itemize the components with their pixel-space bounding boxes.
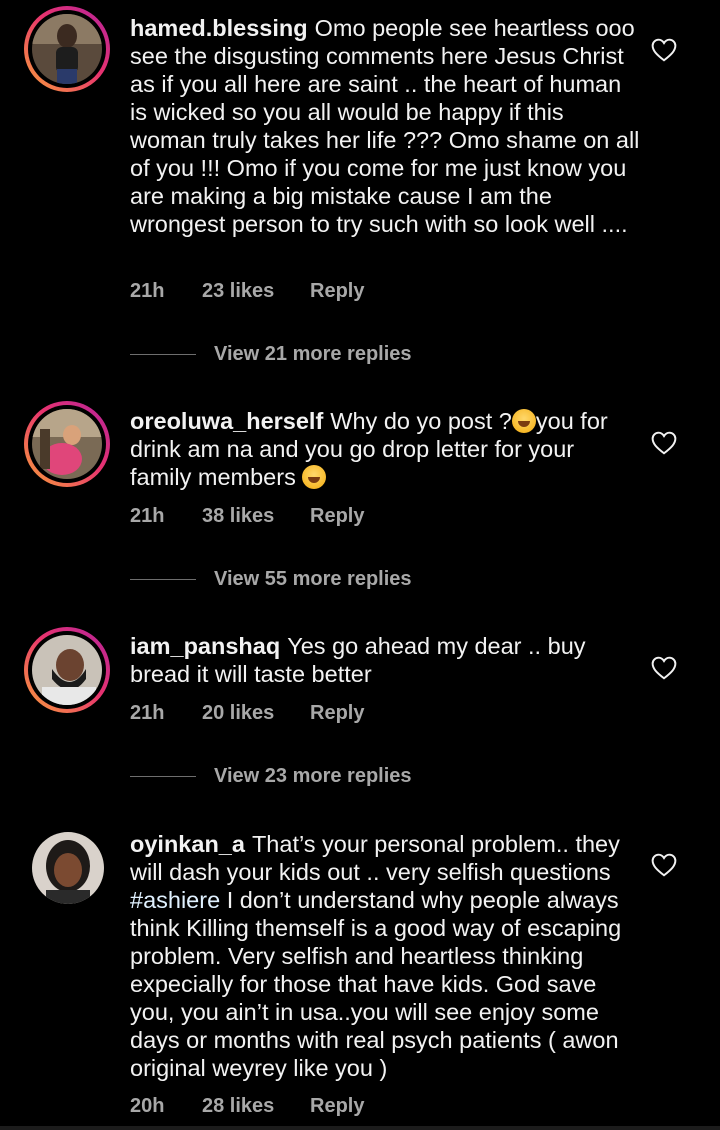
- view-replies-button[interactable]: View 21 more replies: [130, 342, 412, 366]
- avatar-story-ring[interactable]: [24, 401, 110, 487]
- avatar-story-ring[interactable]: [24, 627, 110, 713]
- avatar[interactable]: [32, 14, 102, 84]
- divider: [130, 353, 196, 355]
- avatar-story-ring[interactable]: [24, 6, 110, 92]
- reply-button[interactable]: Reply: [310, 505, 364, 528]
- comment-likes[interactable]: 38 likes: [202, 505, 310, 528]
- comment-body-cont: I don’t understand why people always thi…: [130, 887, 622, 1081]
- tears-of-joy-emoji-icon: [511, 409, 536, 433]
- comment-username[interactable]: iam_panshaq: [130, 633, 280, 659]
- comment-text: oyinkan_a That’s your personal problem.. …: [130, 830, 640, 1082]
- comment-body: Why do yo post ?: [330, 408, 512, 434]
- avatar[interactable]: [32, 635, 102, 705]
- avatar[interactable]: [32, 832, 104, 904]
- heart-icon[interactable]: [651, 853, 677, 877]
- comment-meta: 21h 20 likes Reply: [130, 702, 364, 725]
- comment-meta: 21h 23 likes Reply: [130, 280, 364, 303]
- comment-likes[interactable]: 23 likes: [202, 280, 310, 303]
- hashtag-link[interactable]: #ashiere: [130, 887, 220, 913]
- heart-icon[interactable]: [651, 656, 677, 680]
- rolling-laughing-emoji-icon: [302, 465, 327, 489]
- comment-body: Omo people see heartless ooo see the dis…: [130, 15, 640, 237]
- comment-text: hamed.blessing Omo people see heartless o…: [130, 14, 640, 238]
- view-replies-label[interactable]: View 21 more replies: [214, 343, 412, 366]
- comment-meta: 20h 28 likes Reply: [130, 1095, 364, 1118]
- reply-button[interactable]: Reply: [310, 702, 364, 725]
- heart-icon[interactable]: [651, 38, 677, 62]
- comment-text: oreoluwa_herself Why do yo post ? you for …: [130, 407, 640, 491]
- comment-text: iam_panshaq Yes go ahead my dear .. buy b…: [130, 632, 640, 688]
- view-replies-button[interactable]: View 23 more replies: [130, 764, 412, 788]
- comment-meta: 21h 38 likes Reply: [130, 505, 364, 528]
- comment-username[interactable]: hamed.blessing: [130, 15, 308, 41]
- view-replies-label[interactable]: View 23 more replies: [214, 765, 412, 788]
- comment-username[interactable]: oreoluwa_herself: [130, 408, 323, 434]
- comment-time: 20h: [130, 1095, 165, 1117]
- comment-likes[interactable]: 20 likes: [202, 702, 310, 725]
- divider: [130, 775, 196, 777]
- comment-time: 21h: [130, 702, 165, 724]
- scroll-edge: [0, 1126, 720, 1130]
- avatar[interactable]: [32, 409, 102, 479]
- view-replies-label[interactable]: View 55 more replies: [214, 568, 412, 591]
- reply-button[interactable]: Reply: [310, 1095, 364, 1118]
- divider: [130, 578, 196, 580]
- comment-time: 21h: [130, 505, 165, 527]
- comment-username[interactable]: oyinkan_a: [130, 831, 245, 857]
- heart-icon[interactable]: [651, 431, 677, 455]
- comment-time: 21h: [130, 280, 165, 302]
- comment-likes[interactable]: 28 likes: [202, 1095, 310, 1118]
- view-replies-button[interactable]: View 55 more replies: [130, 567, 412, 591]
- reply-button[interactable]: Reply: [310, 280, 364, 303]
